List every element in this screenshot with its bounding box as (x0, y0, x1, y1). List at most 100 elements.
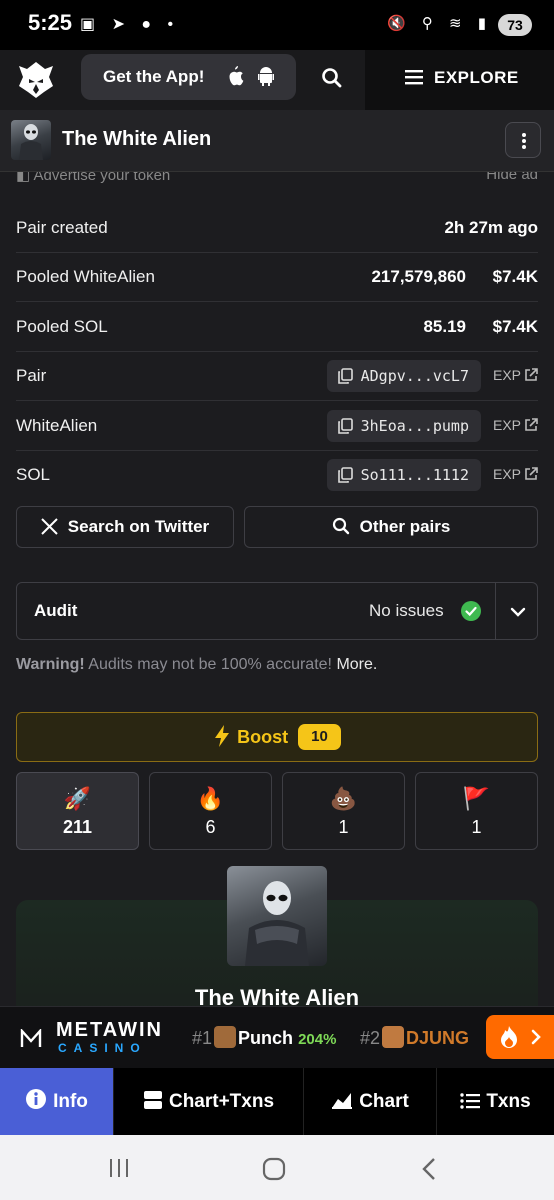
info-row-sol-address: SOL So111...1112 EXP (16, 451, 538, 500)
more-options-button[interactable] (505, 122, 541, 158)
external-link-icon (525, 467, 538, 480)
boost-count-badge: 10 (298, 724, 341, 750)
trending-ticker[interactable]: METAWIN CASINO #1 Punch 204% #2 DJUNG (0, 1006, 554, 1068)
lightning-icon (215, 725, 230, 747)
token-card-title: The White Alien (194, 985, 360, 1006)
reaction-count: 6 (205, 817, 216, 837)
reaction-count: 1 (471, 817, 482, 837)
ticker-name: Punch (238, 1028, 294, 1048)
ticker-rank: #2 (360, 1028, 381, 1048)
system-icons: 🔇 ⚲ ≋ ▮ (387, 15, 492, 32)
trending-button[interactable] (486, 1015, 554, 1059)
copy-address-button[interactable]: ADgpv...vcL7 (326, 360, 481, 392)
fire-icon: 🔥 (196, 786, 225, 811)
home-icon[interactable] (262, 1157, 286, 1181)
boost-button[interactable]: Boost 10 (16, 712, 538, 762)
pooled-amount: 85.19 (423, 317, 466, 336)
boost-label: Boost (237, 727, 289, 747)
search-twitter-button[interactable]: Search on Twitter (16, 506, 234, 548)
chart-icon (332, 1093, 353, 1109)
pooled-usd: $7.4K (492, 317, 538, 336)
tab-info[interactable]: Info (0, 1068, 113, 1135)
info-label: WhiteAlien (16, 416, 98, 435)
copy-address-button[interactable]: So111...1112 (326, 459, 481, 491)
back-icon[interactable] (420, 1157, 438, 1181)
ticker-name: DJUNG (406, 1028, 470, 1048)
explorer-label: EXP (492, 466, 521, 482)
metawin-logo-icon (20, 1029, 42, 1047)
status-bar: 5:25 ▣ ➤ ● • 🔇 ⚲ ≋ ▮ 73 (0, 0, 554, 50)
advertise-label: Advertise your token (33, 172, 171, 184)
audit-warning: Warning! Audits may not be 100% accurate… (16, 656, 377, 674)
explorer-link[interactable]: EXP (493, 367, 538, 383)
apple-icon (229, 66, 244, 86)
get-app-label: Get the App! (103, 67, 205, 86)
ticker-item[interactable]: #1 Punch 204% (192, 1026, 336, 1049)
token-avatar (11, 120, 51, 160)
twitter-label: Search on Twitter (67, 517, 210, 536)
dexscreener-logo-icon[interactable] (16, 60, 56, 100)
reaction-rocket-button[interactable]: 🚀 211 (16, 772, 139, 850)
other-pairs-button[interactable]: Other pairs (244, 506, 538, 548)
flag-icon: 🚩 (462, 786, 491, 811)
x-logo-icon (41, 518, 58, 535)
ticker-rank: #1 (192, 1028, 213, 1048)
app-store-icons (226, 54, 276, 100)
token-header: The White Alien (0, 110, 554, 172)
reaction-flag-button[interactable]: 🚩 1 (415, 772, 538, 850)
search-icon (332, 517, 349, 535)
tab-txns[interactable]: Txns (436, 1068, 554, 1135)
info-row-pooled-token: Pooled WhiteAlien 217,579,860 $7.4K (16, 253, 538, 302)
other-pairs-label: Other pairs (359, 517, 451, 536)
notification-icons: ▣ ➤ ● • (80, 16, 180, 33)
external-link-icon (525, 418, 538, 431)
check-icon (461, 601, 481, 621)
info-icon (26, 1089, 47, 1109)
copy-icon (337, 467, 353, 483)
ticker-change: 204% (298, 1031, 337, 1048)
info-value: 2h 27m ago (444, 218, 538, 237)
explorer-link[interactable]: EXP (493, 466, 538, 482)
explorer-label: EXP (492, 417, 521, 433)
rocket-icon: 🚀 (63, 786, 92, 811)
bottom-tab-bar: Info Chart+Txns Chart Txns (0, 1068, 554, 1135)
reaction-count: 211 (62, 817, 93, 837)
info-row-pair: Pair ADgpv...vcL7 EXP (16, 352, 538, 401)
copy-icon (337, 418, 353, 434)
copy-icon (337, 368, 353, 384)
tab-chart-label: Chart (359, 1091, 409, 1112)
chevron-down-icon[interactable] (509, 603, 527, 621)
reaction-poop-button[interactable]: 💩 1 (282, 772, 405, 850)
external-link-icon (525, 368, 538, 381)
casino-brand: CASINO (58, 1041, 147, 1055)
search-icon[interactable] (314, 60, 350, 96)
explorer-link[interactable]: EXP (493, 417, 538, 433)
tab-chart-txns[interactable]: Chart+Txns (113, 1068, 303, 1135)
android-icon (258, 67, 274, 86)
get-app-button[interactable]: Get the App! (81, 54, 296, 100)
address-text: ADgpv...vcL7 (360, 367, 469, 385)
explorer-label: EXP (492, 367, 521, 383)
copy-address-button[interactable]: 3hEoa...pump (326, 410, 481, 442)
more-link[interactable]: More. (336, 656, 377, 673)
pooled-amount: 217,579,860 (371, 267, 466, 286)
ticker-item[interactable]: #2 DJUNG (360, 1026, 469, 1049)
audit-title: Audit (34, 601, 78, 620)
top-nav: Get the App! EXPLORE (0, 50, 554, 110)
info-label: Pair (16, 366, 47, 385)
explore-label: EXPLORE (434, 68, 519, 87)
recent-apps-icon[interactable] (108, 1157, 130, 1179)
tab-chart[interactable]: Chart (303, 1068, 436, 1135)
reaction-fire-button[interactable]: 🔥 6 (149, 772, 272, 850)
info-label: Pair created (16, 218, 108, 237)
reaction-count: 1 (338, 817, 349, 837)
address-text: So111...1112 (360, 466, 469, 484)
audit-panel[interactable]: Audit No issues (16, 582, 538, 640)
metawin-brand: METAWIN (56, 1019, 163, 1041)
explore-button[interactable]: EXPLORE (365, 50, 554, 110)
battery-indicator: 73 (498, 14, 532, 36)
tab-txns-label: Txns (486, 1091, 531, 1112)
advertise-token-link[interactable]: ◧ Advertise your token (16, 172, 170, 184)
hide-ad-link[interactable]: Hide ad (486, 172, 538, 183)
poop-icon: 💩 (329, 786, 358, 811)
